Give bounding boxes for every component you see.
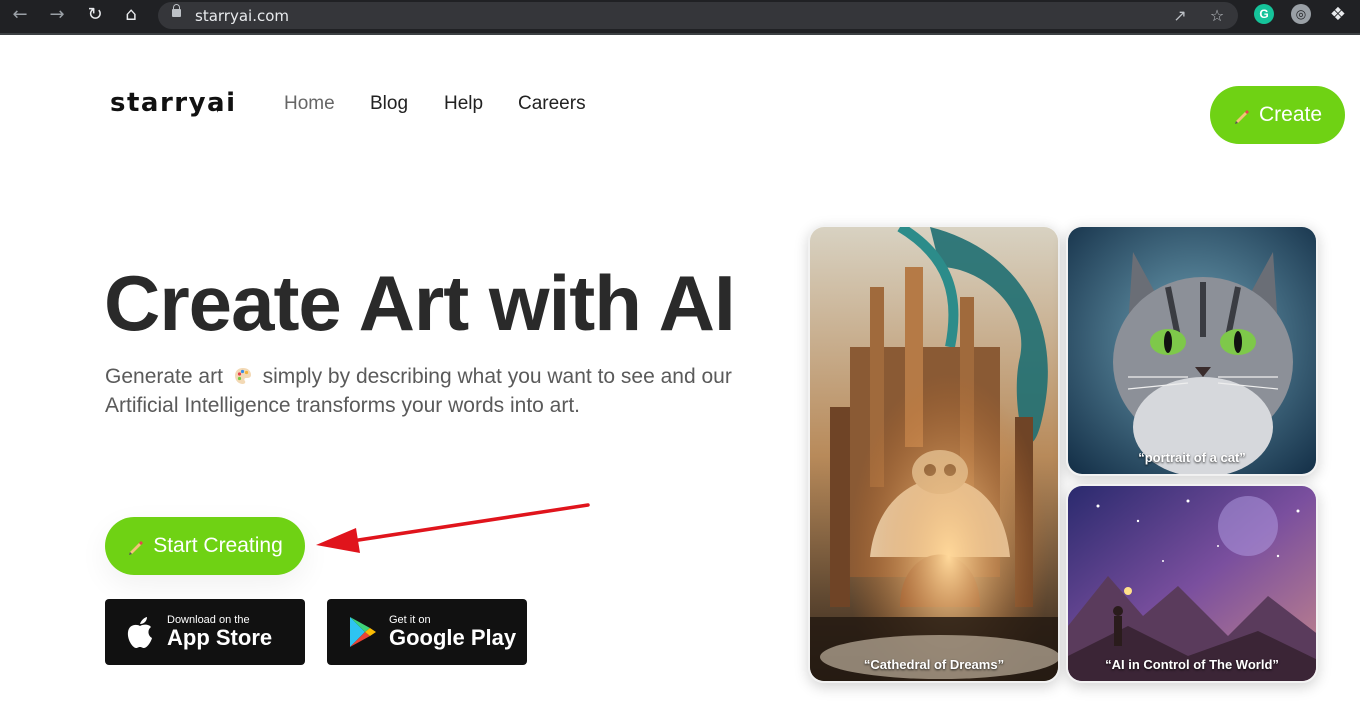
pencil-icon	[1234, 110, 1249, 124]
start-creating-button[interactable]: Start Creating	[105, 517, 305, 575]
google-play-big-text: Google Play	[389, 625, 517, 650]
nav-home[interactable]: Home	[284, 93, 335, 115]
cat-artwork	[1068, 227, 1316, 474]
gallery-caption: “portrait of a cat”	[1138, 450, 1246, 465]
grammarly-extension-icon[interactable]: G	[1254, 4, 1274, 24]
hero-subtitle: Generate art simply by describing what y…	[105, 362, 745, 420]
create-button-label: Create	[1258, 103, 1323, 126]
hero-subtitle-part1: Generate art	[105, 365, 223, 388]
app-store-badge[interactable]: Download on the App Store	[105, 599, 305, 665]
gallery-tile-ai-control[interactable]: “AI in Control of The World”	[1066, 484, 1318, 683]
google-play-icon	[350, 617, 376, 647]
url-text[interactable]: starryai.com	[195, 7, 289, 25]
google-play-badge[interactable]: Get it on Google Play	[327, 599, 527, 665]
gallery-caption: “AI in Control of The World”	[1105, 657, 1279, 672]
annotation-arrow	[316, 503, 590, 553]
browser-toolbar: ← → ↻ ⌂ starryai.com ↗ ☆ G ◎ ❖	[0, 0, 1360, 35]
logo-star-icon: ✦	[213, 103, 223, 116]
apple-icon	[127, 617, 152, 648]
nav-help[interactable]: Help	[444, 93, 483, 115]
gallery-caption: “Cathedral of Dreams”	[863, 657, 1005, 672]
nav-blog[interactable]: Blog	[370, 93, 408, 115]
home-icon[interactable]: ⌂	[119, 4, 143, 26]
globe-extension-icon[interactable]: ◎	[1291, 4, 1311, 24]
bookmark-star-icon[interactable]: ☆	[1206, 5, 1228, 27]
palette-icon	[234, 368, 251, 384]
hero-title: Create Art with AI	[104, 259, 736, 347]
gallery-tile-cat[interactable]: “portrait of a cat”	[1066, 225, 1318, 476]
address-bar[interactable]: starryai.com ↗ ☆	[158, 2, 1238, 29]
cathedral-artwork	[810, 227, 1058, 681]
lock-icon[interactable]	[172, 4, 181, 17]
space-landscape-artwork	[1068, 486, 1316, 681]
create-button[interactable]: Create	[1210, 86, 1345, 144]
share-icon[interactable]: ↗	[1169, 5, 1191, 27]
pencil-icon	[129, 541, 144, 555]
forward-icon[interactable]: →	[45, 4, 69, 26]
reload-icon[interactable]: ↻	[83, 4, 107, 26]
extensions-puzzle-icon[interactable]: ❖	[1326, 4, 1350, 26]
nav-careers[interactable]: Careers	[518, 93, 586, 115]
start-creating-label: Start Creating	[153, 534, 283, 557]
back-icon[interactable]: ←	[8, 4, 32, 26]
gallery-tile-cathedral[interactable]: “Cathedral of Dreams”	[808, 225, 1060, 683]
app-store-big-text: App Store	[167, 625, 273, 650]
